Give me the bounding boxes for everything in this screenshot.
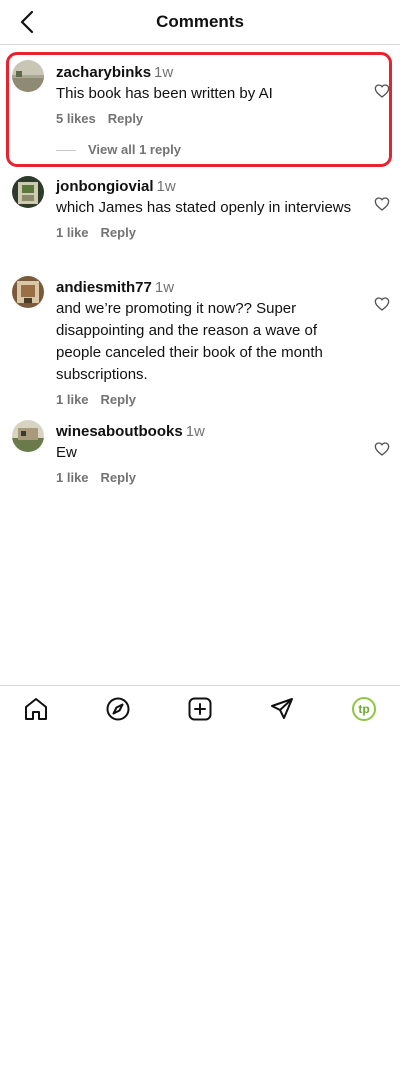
avatar[interactable] <box>12 176 44 208</box>
reply-button[interactable]: Reply <box>108 111 143 126</box>
heart-icon[interactable] <box>374 441 390 457</box>
avatar[interactable] <box>12 60 44 92</box>
reply-button[interactable]: Reply <box>101 392 136 407</box>
likes-count[interactable]: 5 likes <box>56 111 96 126</box>
avatar[interactable] <box>12 420 44 452</box>
profile-avatar-icon[interactable]: tp <box>351 696 377 722</box>
heart-icon[interactable] <box>374 296 390 312</box>
plus-square-icon[interactable] <box>187 696 213 722</box>
comment-body: winesaboutbooks 1w Ew 1 like Reply <box>56 423 360 485</box>
heart-icon[interactable] <box>374 83 390 99</box>
page-title: Comments <box>156 12 244 31</box>
reply-button[interactable]: Reply <box>101 470 136 485</box>
comment-time: 1w <box>154 64 174 81</box>
comment-body: andiesmith77 1w and we’re promoting it no… <box>56 279 360 407</box>
avatar[interactable] <box>12 276 44 308</box>
comment-header: winesaboutbooks 1w <box>56 423 360 441</box>
bottom-nav: tp <box>0 685 400 732</box>
comment-meta: 1 like Reply <box>56 392 360 407</box>
comment-text: This book has been written by AI <box>56 85 273 102</box>
reply-button[interactable]: Reply <box>101 225 136 240</box>
divider <box>56 150 76 152</box>
comment-meta: 5 likes Reply <box>56 111 360 126</box>
likes-count[interactable]: 1 like <box>56 470 89 485</box>
comment-header: jonbongiovial 1w <box>56 178 360 196</box>
comment-username[interactable]: winesaboutbooks <box>56 423 183 440</box>
comment-header: zacharybinks 1w <box>56 64 360 82</box>
likes-count[interactable]: 1 like <box>56 392 89 407</box>
comment-text: Ew <box>56 444 77 461</box>
paper-plane-icon[interactable] <box>269 696 295 722</box>
header-bar: Comments <box>0 0 400 45</box>
comment-username[interactable]: andiesmith77 <box>56 279 152 296</box>
profile-initials: tp <box>358 702 369 716</box>
comment-time: 1w <box>156 178 176 195</box>
view-replies-button[interactable]: View all 1 reply <box>56 142 181 157</box>
comment-username[interactable]: zacharybinks <box>56 64 151 81</box>
home-icon[interactable] <box>23 696 49 722</box>
heart-icon[interactable] <box>374 196 390 212</box>
comment-text: which James has stated openly in intervi… <box>56 199 352 216</box>
comment-body: zacharybinks 1w This book has been writte… <box>56 64 360 126</box>
comment-meta: 1 like Reply <box>56 225 360 240</box>
comment-header: andiesmith77 1w <box>56 279 360 297</box>
comment-username[interactable]: jonbongiovial <box>56 178 154 195</box>
comment-time: 1w <box>185 423 205 440</box>
view-replies-label: View all 1 reply <box>88 142 181 157</box>
compass-icon[interactable] <box>105 696 131 722</box>
comment-time: 1w <box>154 279 175 296</box>
comment-body: jonbongiovial 1w which James has stated o… <box>56 178 360 240</box>
comment-meta: 1 like Reply <box>56 470 360 485</box>
comment-text: and we’re promoting it now?? Super disap… <box>56 300 323 383</box>
likes-count[interactable]: 1 like <box>56 225 89 240</box>
